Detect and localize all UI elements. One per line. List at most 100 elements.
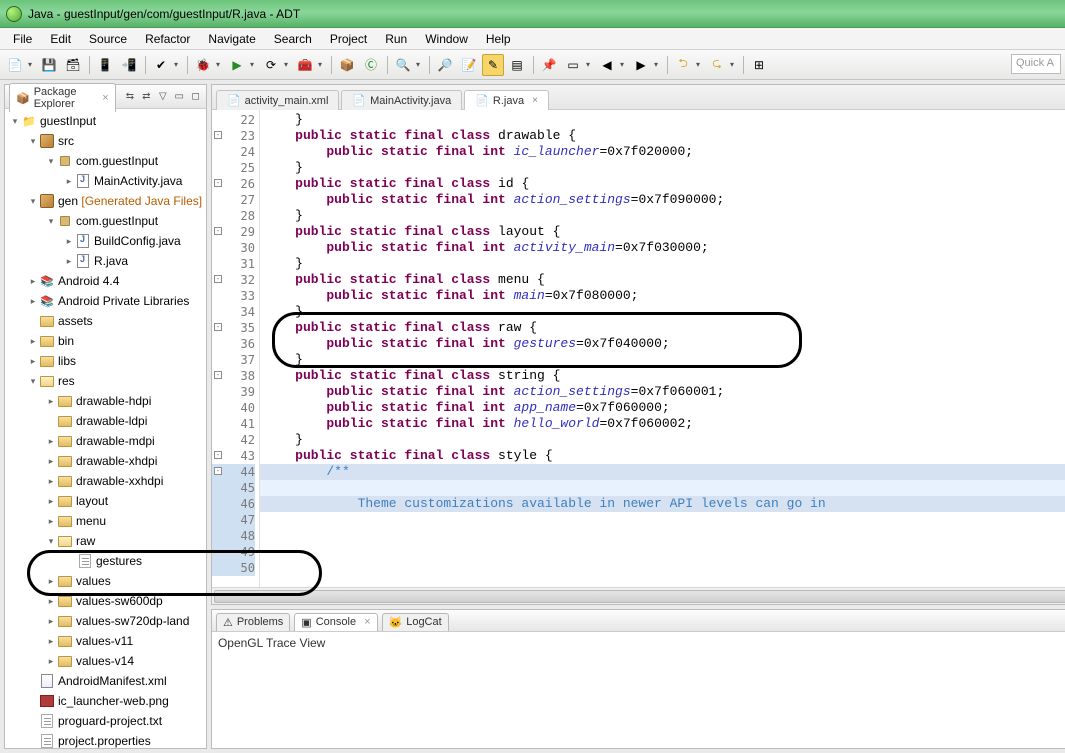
- annotation-button[interactable]: 📝: [458, 54, 480, 76]
- tree-project[interactable]: ▾📁guestInput: [5, 111, 206, 131]
- horizontal-scrollbar[interactable]: [212, 587, 1065, 604]
- dropdown-icon[interactable]: ▾: [416, 60, 424, 69]
- scrollbar-thumb[interactable]: [214, 590, 1065, 603]
- tree-folder[interactable]: ▸drawable-xhdpi: [5, 451, 206, 471]
- run-button[interactable]: ▶: [226, 54, 248, 76]
- tree-folder[interactable]: ▸values-sw720dp-land: [5, 611, 206, 631]
- tree-folder[interactable]: ▸drawable-xxhdpi: [5, 471, 206, 491]
- code-text[interactable]: } public static final class drawable { p…: [260, 110, 1065, 587]
- toggle-breadcrumb-button[interactable]: ▤: [506, 54, 528, 76]
- save-all-button[interactable]: 🗃: [62, 54, 84, 76]
- dropdown-icon[interactable]: ▾: [654, 60, 662, 69]
- menu-source[interactable]: Source: [80, 30, 136, 48]
- menu-project[interactable]: Project: [321, 30, 376, 48]
- forward-button[interactable]: ⮎: [706, 54, 728, 76]
- avd-manager-button[interactable]: 📲: [118, 54, 140, 76]
- lint-button[interactable]: ✔: [150, 54, 172, 76]
- toggle-block-button[interactable]: ▭: [562, 54, 584, 76]
- tree-folder-bin[interactable]: ▸bin: [5, 331, 206, 351]
- new-button[interactable]: 📄: [4, 54, 26, 76]
- menu-run[interactable]: Run: [376, 30, 416, 48]
- code-editor[interactable]: 22 -23 24 25 -26 27 28 -29 30 31 -32 33 …: [212, 110, 1065, 587]
- package-explorer-tab[interactable]: 📦 Package Explorer ×: [9, 83, 116, 112]
- maximize-icon[interactable]: ◻: [189, 89, 201, 105]
- tree-file-manifest[interactable]: AndroidManifest.xml: [5, 671, 206, 691]
- editor-tab-activity-main[interactable]: 📄activity_main.xml: [216, 90, 339, 110]
- tree-package[interactable]: ▾com.guestInput: [5, 151, 206, 171]
- tree-file-proguard[interactable]: proguard-project.txt: [5, 711, 206, 731]
- menu-window[interactable]: Window: [416, 30, 477, 48]
- tab-console[interactable]: ▣Console×: [294, 613, 377, 631]
- dropdown-icon[interactable]: ▾: [250, 60, 258, 69]
- tree-src[interactable]: ▾src: [5, 131, 206, 151]
- editor-tab-mainactivity[interactable]: 📄MainActivity.java: [341, 90, 462, 110]
- dropdown-icon[interactable]: ▾: [174, 60, 182, 69]
- tree-folder[interactable]: ▸values-v14: [5, 651, 206, 671]
- tree-folder-res[interactable]: ▾res: [5, 371, 206, 391]
- tree-folder-raw[interactable]: ▾raw: [5, 531, 206, 551]
- console-body[interactable]: OpenGL Trace View: [212, 632, 1065, 748]
- tree-file-properties[interactable]: project.properties: [5, 731, 206, 748]
- tree-file-mainactivity[interactable]: ▸MainActivity.java: [5, 171, 206, 191]
- external-tools-button[interactable]: 🧰: [294, 54, 316, 76]
- task-button[interactable]: ✎: [482, 54, 504, 76]
- project-tree[interactable]: ▾📁guestInput ▾src ▾com.guestInput ▸MainA…: [5, 109, 206, 748]
- tab-logcat[interactable]: 🐱LogCat: [382, 613, 449, 631]
- menu-search[interactable]: Search: [265, 30, 321, 48]
- menu-navigate[interactable]: Navigate: [199, 30, 264, 48]
- tree-gen[interactable]: ▾gen [Generated Java Files]: [5, 191, 206, 211]
- pin-button[interactable]: 📌: [538, 54, 560, 76]
- dropdown-icon[interactable]: ▾: [216, 60, 224, 69]
- nav-prev-button[interactable]: ◀: [596, 54, 618, 76]
- menu-refactor[interactable]: Refactor: [136, 30, 199, 48]
- tree-file-gestures[interactable]: gestures: [5, 551, 206, 571]
- run-last-button[interactable]: ⟳: [260, 54, 282, 76]
- search-button[interactable]: 🔎: [434, 54, 456, 76]
- new-package-button[interactable]: 📦: [336, 54, 358, 76]
- tree-android-lib[interactable]: ▸📚Android 4.4: [5, 271, 206, 291]
- menu-help[interactable]: Help: [477, 30, 520, 48]
- menu-file[interactable]: File: [4, 30, 41, 48]
- link-editor-icon[interactable]: ⇄: [140, 89, 152, 105]
- quick-access-input[interactable]: Quick A: [1011, 54, 1061, 74]
- back-button[interactable]: ⮌: [672, 54, 694, 76]
- editor-tab-rjava[interactable]: 📄R.java×: [464, 90, 549, 110]
- dropdown-icon[interactable]: ▾: [284, 60, 292, 69]
- tree-folder-assets[interactable]: assets: [5, 311, 206, 331]
- tree-file-buildconfig[interactable]: ▸BuildConfig.java: [5, 231, 206, 251]
- dropdown-icon[interactable]: ▾: [28, 60, 36, 69]
- dropdown-icon[interactable]: ▾: [620, 60, 628, 69]
- tree-file-launcher[interactable]: ic_launcher-web.png: [5, 691, 206, 711]
- tree-folder[interactable]: ▸drawable-hdpi: [5, 391, 206, 411]
- dropdown-icon[interactable]: ▾: [586, 60, 594, 69]
- new-class-button[interactable]: Ⓒ: [360, 54, 382, 76]
- tree-package[interactable]: ▾com.guestInput: [5, 211, 206, 231]
- view-menu-icon[interactable]: ▽: [157, 89, 169, 105]
- tree-file-rjava[interactable]: ▸R.java: [5, 251, 206, 271]
- dropdown-icon[interactable]: ▾: [696, 60, 704, 69]
- perspective-button[interactable]: ⊞: [748, 54, 770, 76]
- close-icon[interactable]: ×: [102, 92, 108, 104]
- tree-folder[interactable]: ▸menu: [5, 511, 206, 531]
- dropdown-icon[interactable]: ▾: [318, 60, 326, 69]
- tree-folder[interactable]: ▸values-sw600dp: [5, 591, 206, 611]
- menu-edit[interactable]: Edit: [41, 30, 80, 48]
- tree-folder-libs[interactable]: ▸libs: [5, 351, 206, 371]
- tree-folder[interactable]: drawable-ldpi: [5, 411, 206, 431]
- open-type-button[interactable]: 🔍: [392, 54, 414, 76]
- close-icon[interactable]: ×: [364, 616, 370, 628]
- sdk-manager-button[interactable]: 📱: [94, 54, 116, 76]
- tree-folder[interactable]: ▸values: [5, 571, 206, 591]
- tab-problems[interactable]: ⚠Problems: [216, 613, 290, 631]
- tree-folder[interactable]: ▸layout: [5, 491, 206, 511]
- save-button[interactable]: 💾: [38, 54, 60, 76]
- tree-folder[interactable]: ▸drawable-mdpi: [5, 431, 206, 451]
- debug-button[interactable]: 🐞: [192, 54, 214, 76]
- tree-folder[interactable]: ▸values-v11: [5, 631, 206, 651]
- dropdown-icon[interactable]: ▾: [730, 60, 738, 69]
- close-icon[interactable]: ×: [532, 95, 538, 106]
- minimize-icon[interactable]: ▭: [173, 89, 185, 105]
- nav-next-button[interactable]: ▶: [630, 54, 652, 76]
- tree-private-lib[interactable]: ▸📚Android Private Libraries: [5, 291, 206, 311]
- collapse-all-icon[interactable]: ⇆: [124, 89, 136, 105]
